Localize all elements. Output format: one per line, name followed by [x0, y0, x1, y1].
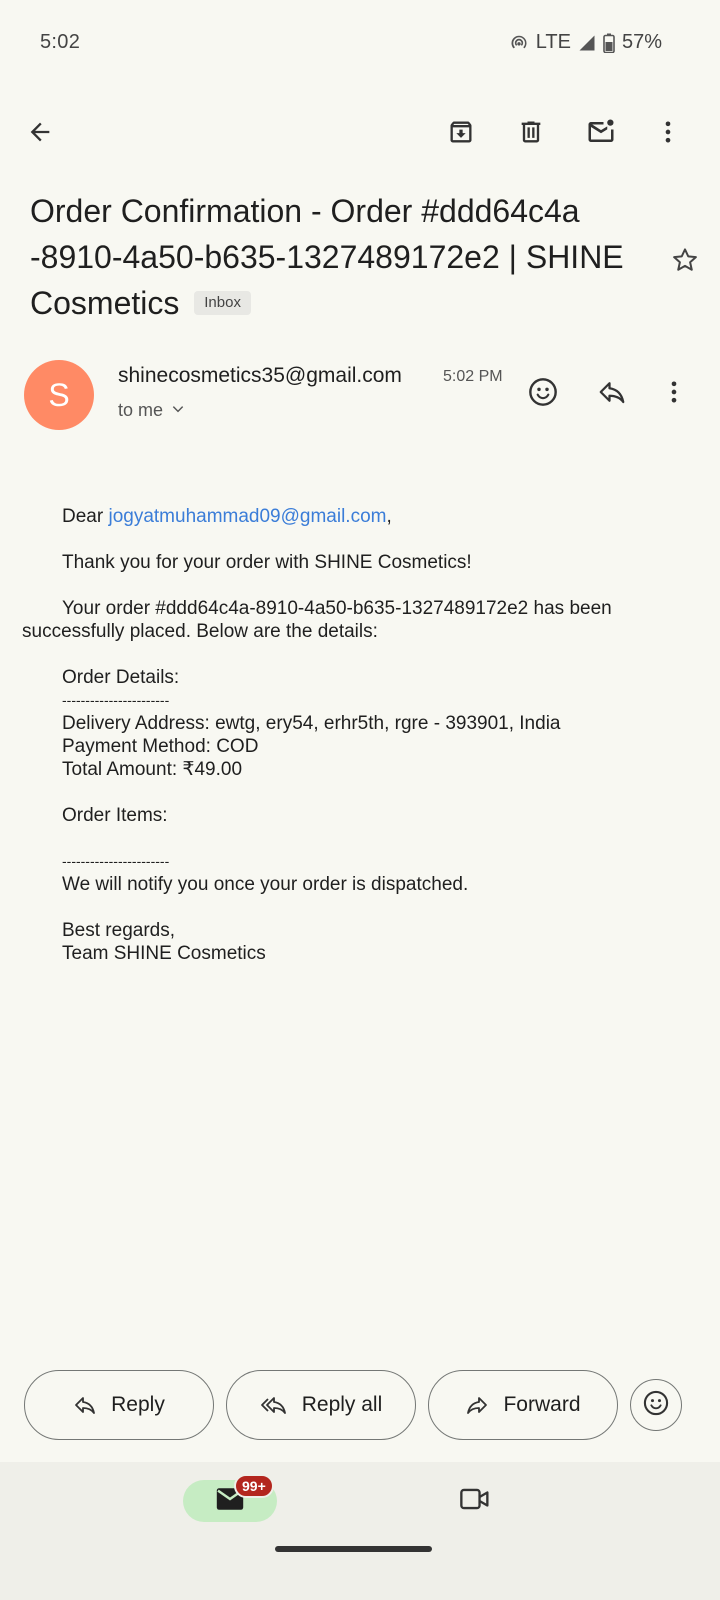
- status-time: 5:02: [40, 31, 81, 53]
- delivery-address: Delivery Address: ewtg, ery54, erhr5th, …: [62, 713, 561, 734]
- email-subject: Order Confirmation - Order #ddd64c4a -89…: [30, 188, 650, 326]
- reply-label: Reply: [111, 1393, 165, 1416]
- notify-line: We will notify you once your order is di…: [62, 874, 469, 895]
- signal-icon: [578, 34, 596, 52]
- forward-button[interactable]: Forward: [428, 1370, 618, 1440]
- reply-all-button[interactable]: Reply all: [226, 1370, 416, 1440]
- payment-method: Payment Method: COD: [62, 736, 259, 757]
- reply-all-icon: [260, 1393, 288, 1417]
- battery-icon: [603, 33, 615, 53]
- email-toolbar: [0, 108, 720, 158]
- back-arrow-icon[interactable]: [16, 108, 64, 156]
- delete-icon[interactable]: [507, 108, 555, 156]
- hotspot-icon: [509, 33, 529, 53]
- recipient-toggle[interactable]: to me: [118, 400, 185, 421]
- order-items-title: Order Items:: [62, 805, 168, 826]
- star-icon[interactable]: [665, 240, 705, 280]
- more-vert-icon[interactable]: [644, 108, 692, 156]
- order-details-title: Order Details:: [62, 667, 180, 688]
- greeting: Dear jogyatmuhammad09@gmail.com,: [62, 506, 392, 527]
- chevron-down-icon: [171, 400, 185, 421]
- email-body: Dear jogyatmuhammad09@gmail.com, Thank y…: [22, 505, 702, 965]
- forward-icon: [465, 1393, 489, 1417]
- avatar[interactable]: S: [24, 360, 94, 430]
- reply-icon: [73, 1393, 97, 1417]
- bottom-navigation: 99+: [0, 1462, 720, 1600]
- thanks-line: Thank you for your order with SHINE Cosm…: [62, 552, 472, 573]
- recipient-email-link[interactable]: jogyatmuhammad09@gmail.com: [108, 506, 386, 527]
- mark-unread-icon[interactable]: [577, 108, 625, 156]
- divider: -----------------------: [62, 692, 170, 708]
- email-time: 5:02 PM: [443, 368, 503, 385]
- team-signature: Team SHINE Cosmetics: [62, 943, 266, 964]
- emoji-icon: [642, 1389, 670, 1422]
- network-label: LTE: [535, 31, 571, 53]
- gesture-bar[interactable]: [275, 1546, 432, 1552]
- more-vert-icon[interactable]: [652, 370, 696, 414]
- emoji-react-button[interactable]: [630, 1379, 682, 1431]
- nav-meet-tab[interactable]: [451, 1480, 499, 1522]
- total-amount: Total Amount: ₹49.00: [62, 759, 243, 780]
- emoji-icon[interactable]: [521, 370, 565, 414]
- reply-actions: Reply Reply all Forward: [0, 1370, 720, 1440]
- order-line-1: Your order #ddd64c4a-8910-4a50-b635-1327…: [62, 598, 612, 619]
- status-indicators: LTE 57%: [509, 31, 662, 54]
- divider: -----------------------: [62, 853, 170, 869]
- reply-all-label: Reply all: [301, 1393, 383, 1416]
- status-bar: 5:02 LTE 57%: [0, 0, 720, 86]
- video-icon: [459, 1486, 491, 1517]
- regards-line: Best regards,: [62, 920, 175, 941]
- reply-icon[interactable]: [590, 370, 634, 414]
- reply-button[interactable]: Reply: [24, 1370, 214, 1440]
- sender-address[interactable]: shinecosmetics35@gmail.com: [118, 364, 436, 388]
- order-line-2: successfully placed. Below are the detai…: [22, 621, 378, 642]
- recipient-label: to me: [118, 400, 164, 420]
- inbox-label[interactable]: Inbox: [194, 290, 251, 315]
- battery-percent: 57%: [621, 31, 662, 53]
- unread-count-badge: 99+: [234, 1474, 274, 1498]
- forward-label: Forward: [503, 1393, 581, 1416]
- archive-icon[interactable]: [437, 108, 485, 156]
- subject-text: Order Confirmation - Order #ddd64c4a -89…: [30, 193, 624, 321]
